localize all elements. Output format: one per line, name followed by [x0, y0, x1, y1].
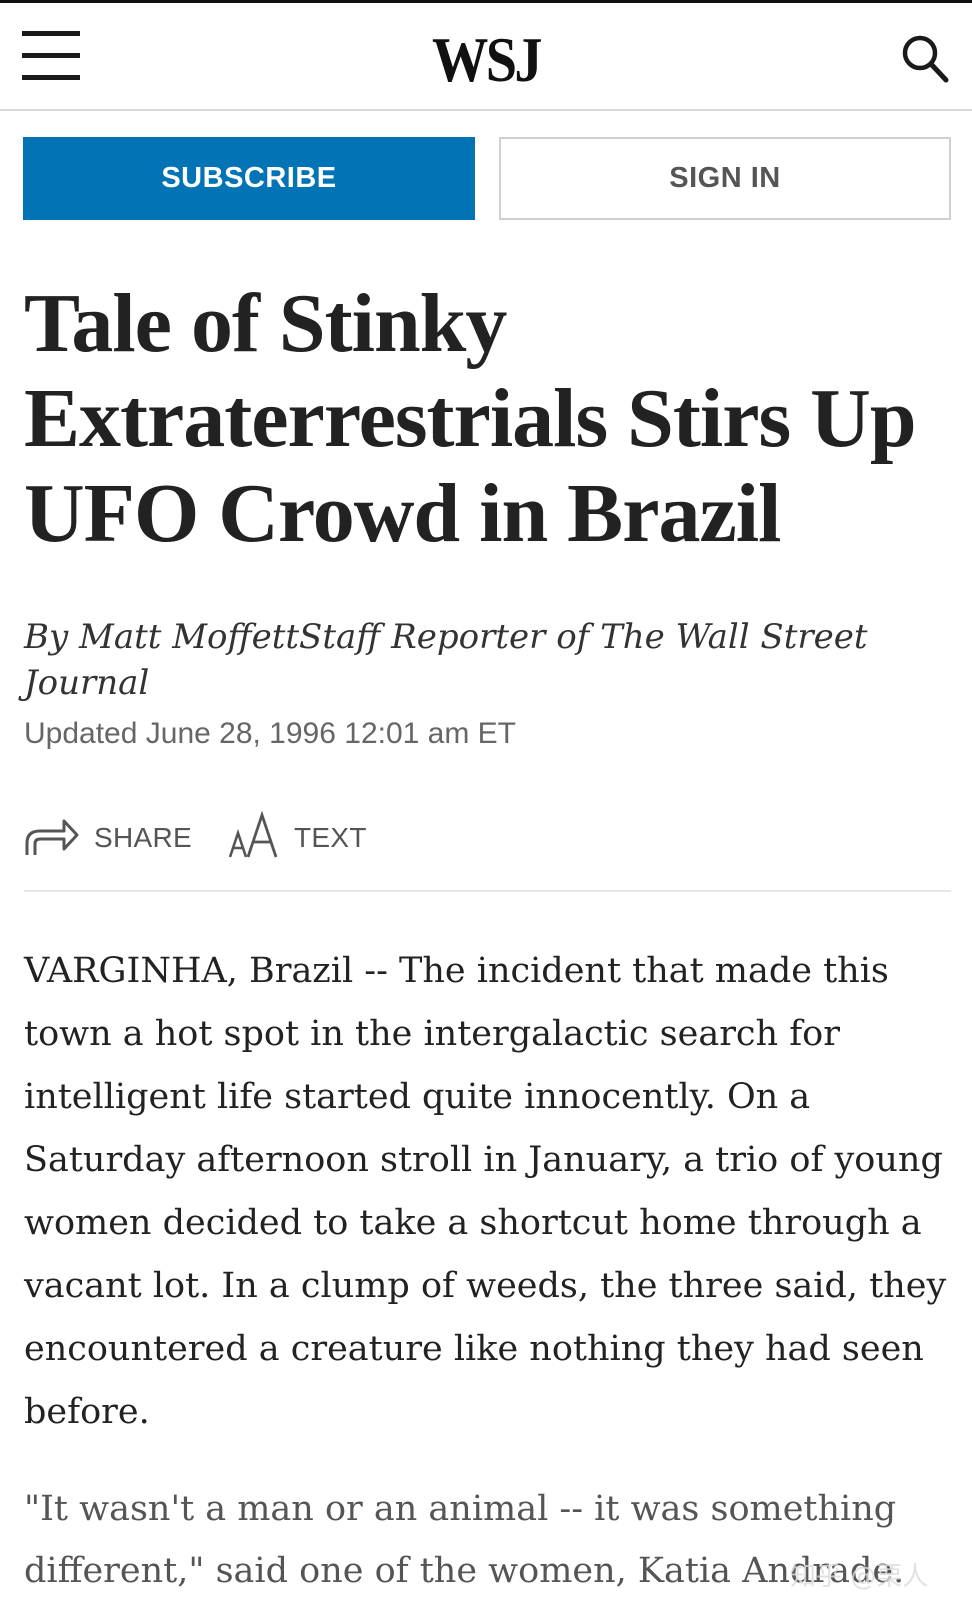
- text-size-button[interactable]: TEXT: [228, 810, 367, 866]
- site-header: WSJ: [0, 3, 972, 111]
- sign-in-button[interactable]: SIGN IN: [499, 137, 951, 220]
- subscribe-button[interactable]: SUBSCRIBE: [23, 137, 475, 220]
- text-size-icon: [228, 810, 280, 866]
- share-label: SHARE: [94, 822, 192, 853]
- share-arrow-icon: [24, 813, 80, 864]
- wsj-logo[interactable]: WSJ: [58, 23, 913, 97]
- text-size-label: TEXT: [293, 822, 367, 853]
- article-headline: Tale of Stinky Extraterrestrials Stirs U…: [24, 277, 917, 560]
- search-icon[interactable]: [900, 31, 952, 87]
- article-paragraph: VARGINHA, Brazil -- The incident that ma…: [24, 951, 947, 1432]
- watermark-text: 知乎 @栗人: [790, 1562, 929, 1592]
- share-button[interactable]: SHARE: [24, 813, 192, 864]
- article-toolbar: SHARE TEXT: [24, 808, 403, 868]
- toolbar-divider: [24, 890, 951, 892]
- article-byline: By Matt MoffettStaff Reporter of The Wal…: [24, 617, 868, 703]
- article-timestamp: Updated June 28, 1996 12:01 am ET: [24, 717, 517, 750]
